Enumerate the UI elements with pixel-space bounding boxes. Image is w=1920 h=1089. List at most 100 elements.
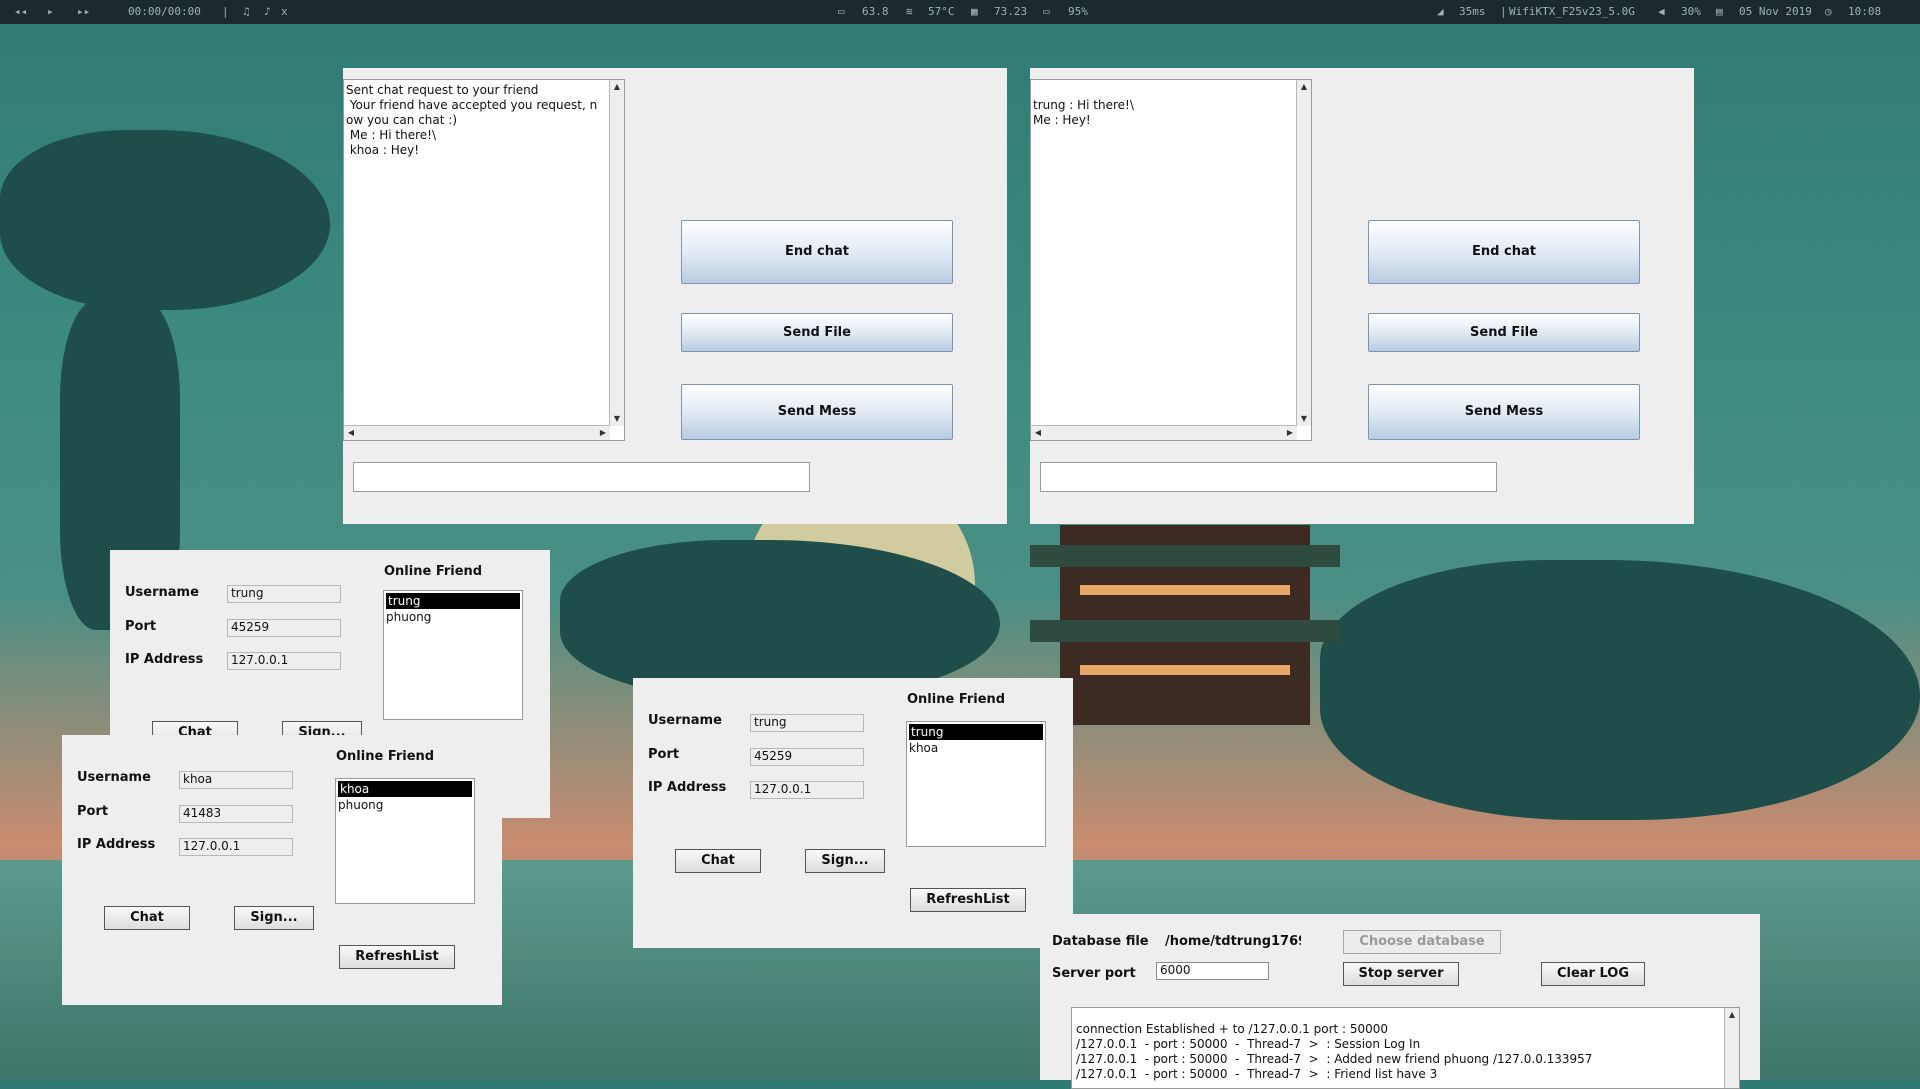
temperature-value: 57°C <box>928 5 955 18</box>
list-item[interactable]: khoa <box>338 781 472 797</box>
horizontal-scrollbar[interactable]: ◀ ▶ <box>1031 425 1297 440</box>
battery-value: 95% <box>1068 5 1088 18</box>
server-log[interactable]: connection Established + to /127.0.0.1 p… <box>1071 1007 1740 1089</box>
play-icon[interactable]: ▸ <box>47 5 54 18</box>
separator: | <box>222 5 229 18</box>
wallpaper-pagoda-roof <box>1030 620 1340 642</box>
ip-address-field[interactable]: 127.0.0.1 <box>750 781 864 799</box>
monitor-icon: ▭ <box>838 5 845 18</box>
username-label: Username <box>125 585 199 600</box>
list-item[interactable]: trung <box>909 724 1043 740</box>
server-window: Database file /home/tdtrung17693/data Ch… <box>1040 914 1760 1089</box>
chat-history[interactable]: Sent chat request to your friend Your fr… <box>343 79 625 441</box>
message-input[interactable] <box>1040 462 1497 492</box>
volume-value: 30% <box>1681 5 1701 18</box>
message-input[interactable] <box>353 462 810 492</box>
scroll-right-icon[interactable]: ▶ <box>1283 426 1297 440</box>
scroll-down-icon[interactable]: ▼ <box>1297 412 1311 426</box>
friend-list[interactable]: khoa phuong <box>335 778 475 904</box>
port-field[interactable]: 45259 <box>750 748 864 766</box>
next-track-icon[interactable]: ▸▸ <box>77 5 90 18</box>
username-label: Username <box>77 770 151 785</box>
log-line: /127.0.0.1 - port : 50000 - Thread-7 > :… <box>1076 1037 1421 1051</box>
port-field[interactable]: 41483 <box>179 805 293 823</box>
username-field[interactable]: trung <box>750 714 864 732</box>
username-field[interactable]: trung <box>227 585 341 603</box>
scroll-up-icon[interactable]: ▲ <box>1725 1008 1739 1022</box>
friend-list[interactable]: trung khoa <box>906 721 1046 847</box>
scroll-left-icon[interactable]: ◀ <box>344 426 358 440</box>
port-label: Port <box>648 747 680 762</box>
scroll-up-icon[interactable]: ▲ <box>610 80 624 94</box>
vertical-scrollbar[interactable]: ▲ <box>1724 1008 1739 1088</box>
vertical-scrollbar[interactable]: ▲ ▼ <box>609 80 624 426</box>
friend-list[interactable]: trung phuong <box>383 590 523 720</box>
status-bar: ◂◂ ▸ ▸▸ 00:00/00:00 | ♫ ♪ x ▭ 63.8 ≋ 57°… <box>0 0 1920 24</box>
username-label: Username <box>648 713 722 728</box>
send-message-button[interactable]: Send Mess <box>681 384 953 440</box>
end-chat-button[interactable]: End chat <box>1368 220 1640 284</box>
log-line: connection Established + to /127.0.0.1 p… <box>1076 1022 1389 1036</box>
username-field[interactable]: khoa <box>179 771 293 789</box>
port-label: Port <box>125 619 157 634</box>
server-port-field[interactable]: 6000 <box>1156 962 1269 980</box>
send-file-button[interactable]: Send File <box>681 313 953 352</box>
port-label: Port <box>77 804 109 819</box>
online-friend-label: Online Friend <box>907 692 1006 707</box>
chat-messages: Sent chat request to your friend Your fr… <box>346 83 598 157</box>
music-icon: ♫ <box>243 5 250 18</box>
wallpaper-pagoda-roof <box>1030 545 1340 567</box>
close-icon[interactable]: x <box>281 5 288 18</box>
chat-history[interactable]: trung : Hi there!\ Me : Hey! ▲ ▼ ◀ ▶ <box>1030 79 1312 441</box>
end-chat-button[interactable]: End chat <box>681 220 953 284</box>
ip-address-field[interactable]: 127.0.0.1 <box>179 838 293 856</box>
online-friend-label: Online Friend <box>336 749 435 764</box>
scroll-right-icon[interactable]: ▶ <box>596 426 610 440</box>
log-line: /127.0.0.1 - port : 50000 - Thread-7 > :… <box>1076 1052 1593 1066</box>
time-value: 10:08 <box>1848 5 1882 18</box>
online-friend-label: Online Friend <box>384 564 483 579</box>
wallpaper-pagoda-light <box>1080 585 1290 595</box>
stop-server-button[interactable]: Stop server <box>1343 962 1459 986</box>
clock-icon: ◷ <box>1825 5 1832 18</box>
clear-log-button[interactable]: Clear LOG <box>1541 962 1645 986</box>
scroll-down-icon[interactable]: ▼ <box>610 412 624 426</box>
sign-button[interactable]: Sign... <box>234 906 314 930</box>
sign-button[interactable]: Sign... <box>805 849 885 873</box>
choose-database-button[interactable]: Choose database <box>1343 930 1501 954</box>
send-message-button[interactable]: Send Mess <box>1368 384 1640 440</box>
database-path: /home/tdtrung17693/data <box>1165 934 1301 949</box>
list-item[interactable]: phuong <box>384 609 522 625</box>
separator: | <box>1500 5 1507 18</box>
prev-track-icon[interactable]: ◂◂ <box>14 5 27 18</box>
chat-button[interactable]: Chat <box>104 906 190 930</box>
ip-address-label: IP Address <box>125 652 204 667</box>
calendar-icon: ▤ <box>1716 5 1723 18</box>
refresh-list-button[interactable]: RefreshList <box>910 888 1026 912</box>
horizontal-scrollbar[interactable]: ◀ ▶ <box>344 425 610 440</box>
scroll-left-icon[interactable]: ◀ <box>1031 426 1045 440</box>
ip-address-label: IP Address <box>648 780 727 795</box>
scroll-up-icon[interactable]: ▲ <box>1297 80 1311 94</box>
ping-value: 35ms <box>1459 5 1486 18</box>
port-field[interactable]: 45259 <box>227 619 341 637</box>
list-item[interactable]: khoa <box>907 740 1045 756</box>
note-icon: ♪ <box>264 5 271 18</box>
send-file-button[interactable]: Send File <box>1368 313 1640 352</box>
chat-button[interactable]: Chat <box>675 849 761 873</box>
volume-icon: ◀ <box>1658 5 1665 18</box>
ip-address-field[interactable]: 127.0.0.1 <box>227 652 341 670</box>
chat-window-right: trung : Hi there!\ Me : Hey! ▲ ▼ ◀ ▶ End… <box>1030 68 1694 524</box>
client-window-khoa: Username khoa Port 41483 IP Address 127.… <box>62 735 502 1005</box>
date-value: 05 Nov 2019 <box>1739 5 1812 18</box>
battery-icon: ▭ <box>1043 5 1050 18</box>
chat-messages: trung : Hi there!\ Me : Hey! <box>1033 98 1134 127</box>
media-time: 00:00/00:00 <box>128 5 201 18</box>
list-item[interactable]: trung <box>386 593 520 609</box>
wallpaper-pagoda-light <box>1080 665 1290 675</box>
cpu-value: 63.8 <box>862 5 889 18</box>
client-window-trung: Username trung Port 45259 IP Address 127… <box>633 678 1073 948</box>
vertical-scrollbar[interactable]: ▲ ▼ <box>1296 80 1311 426</box>
list-item[interactable]: phuong <box>336 797 474 813</box>
refresh-list-button[interactable]: RefreshList <box>339 945 455 969</box>
